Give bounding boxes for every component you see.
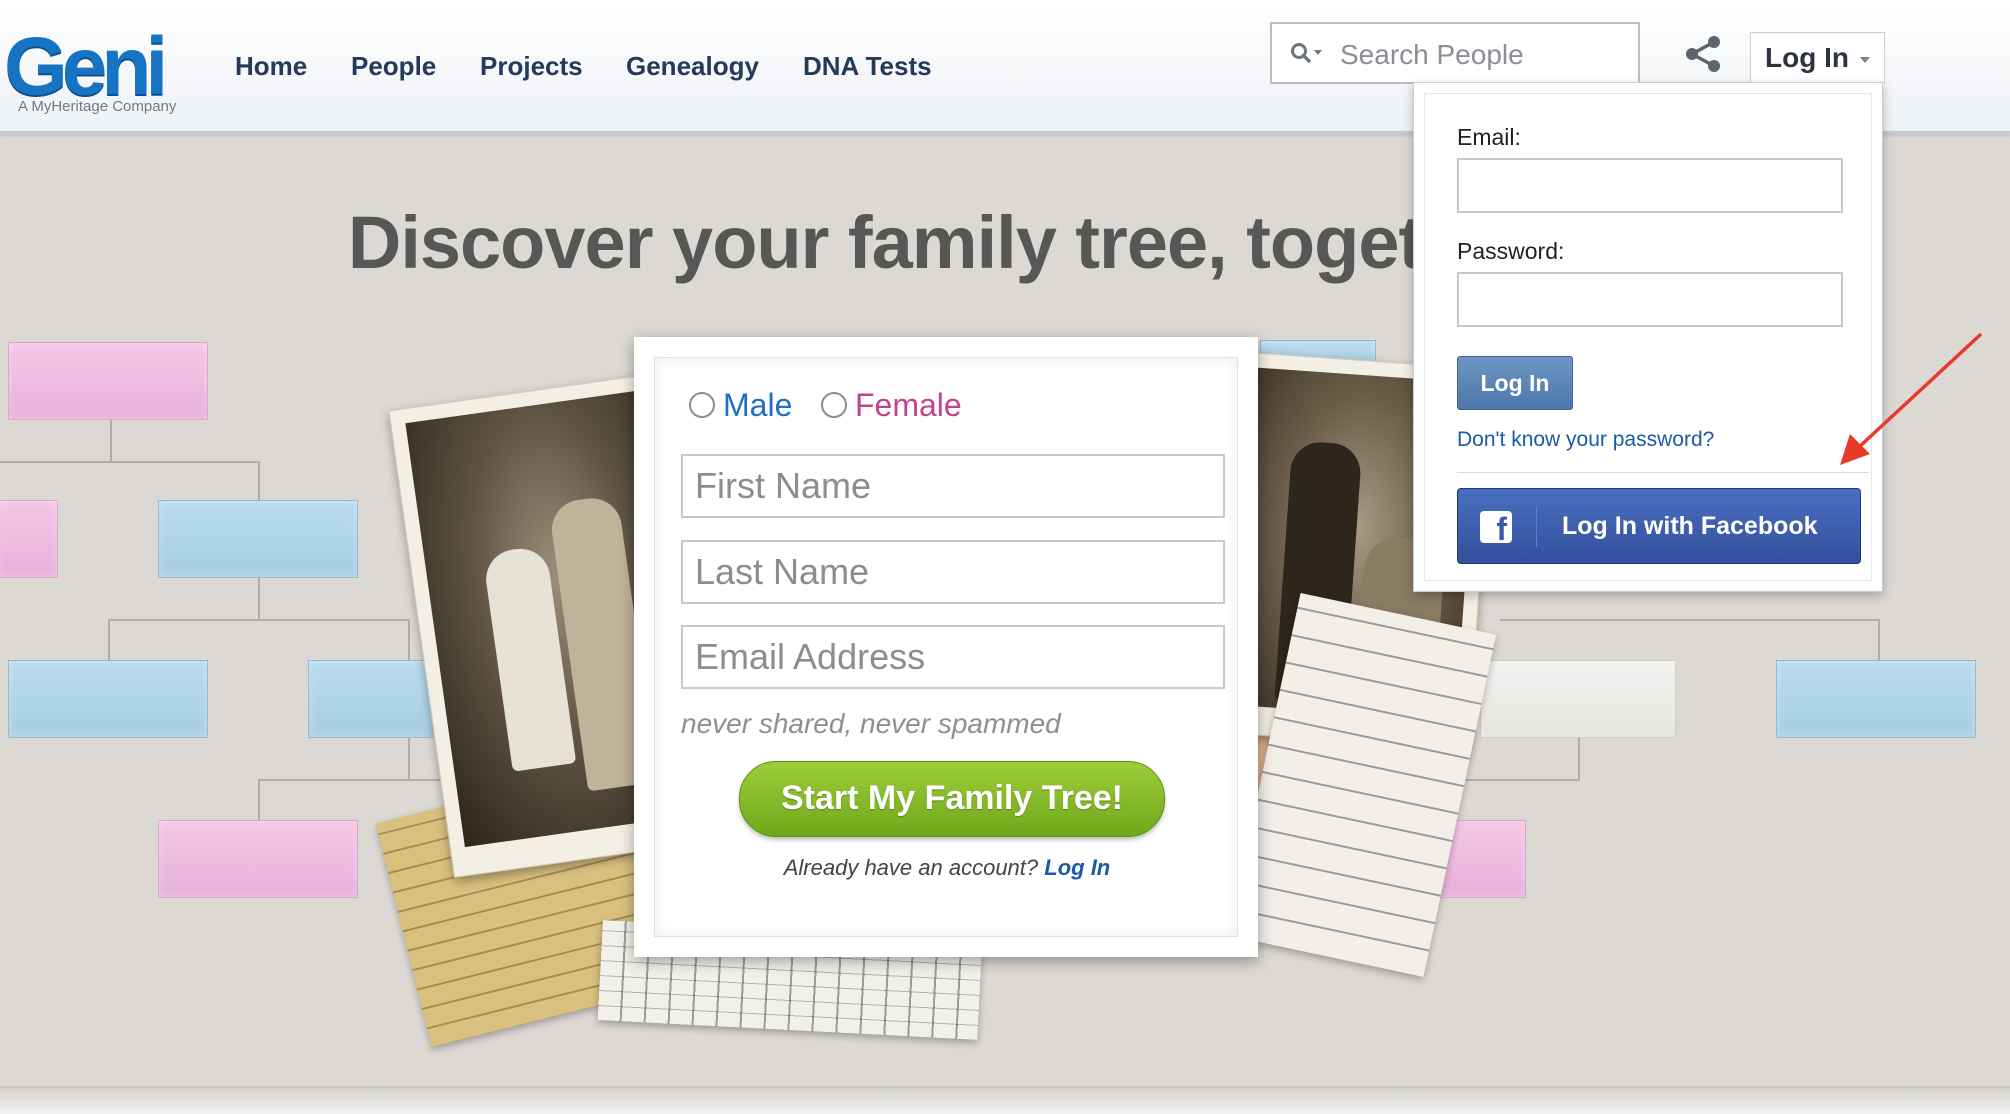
login-password-input[interactable] bbox=[1457, 272, 1843, 327]
forgot-password-link[interactable]: Don't know your password? bbox=[1457, 428, 1714, 452]
last-name-field[interactable] bbox=[681, 540, 1225, 604]
tree-person-box bbox=[1480, 660, 1676, 738]
tree-connector bbox=[1878, 619, 1880, 661]
dropdown-divider bbox=[1457, 472, 1869, 473]
search-input[interactable] bbox=[1338, 34, 1632, 76]
tree-person-box bbox=[158, 820, 358, 898]
email-field[interactable] bbox=[681, 625, 1225, 689]
tree-connector bbox=[108, 619, 410, 621]
login-email-input[interactable] bbox=[1457, 158, 1843, 213]
already-have-account: Already have an account? Log In bbox=[655, 855, 1239, 881]
nav-projects[interactable]: Projects bbox=[480, 46, 583, 86]
tree-person-box bbox=[158, 500, 358, 578]
female-radio[interactable] bbox=[821, 392, 847, 418]
login-dropdown: Email: Password: Log In Don't know your … bbox=[1413, 82, 1883, 592]
share-icon[interactable] bbox=[1682, 34, 1724, 74]
tree-connector bbox=[258, 578, 260, 620]
signup-card-inner: Male Female never shared, never spammed … bbox=[654, 357, 1238, 937]
tree-person-box bbox=[1776, 660, 1976, 738]
facebook-button-divider bbox=[1536, 507, 1537, 547]
female-label[interactable]: Female bbox=[855, 385, 962, 425]
facebook-login-button[interactable]: f Log In with Facebook bbox=[1457, 488, 1861, 564]
first-name-field[interactable] bbox=[681, 454, 1225, 518]
already-text: Already have an account? bbox=[783, 855, 1039, 880]
annotation-arrow-icon bbox=[1840, 333, 1982, 465]
tree-connector bbox=[408, 619, 410, 661]
nav-people[interactable]: People bbox=[351, 46, 436, 86]
signup-card: Male Female never shared, never spammed … bbox=[634, 337, 1258, 957]
tree-connector bbox=[108, 619, 110, 661]
logo-wordmark: Geni bbox=[4, 21, 168, 112]
chevron-down-icon bbox=[1860, 57, 1870, 63]
tree-connector bbox=[408, 738, 410, 780]
tree-connector bbox=[1578, 738, 1580, 780]
tree-connector bbox=[258, 779, 260, 821]
password-label: Password: bbox=[1457, 238, 1565, 264]
login-menu-label: Log In bbox=[1765, 42, 1849, 73]
email-label: Email: bbox=[1457, 124, 1521, 150]
tree-connector bbox=[110, 420, 112, 462]
email-privacy-hint: never shared, never spammed bbox=[681, 708, 1061, 739]
login-dropdown-panel: Email: Password: Log In Don't know your … bbox=[1424, 93, 1872, 581]
nav-home[interactable]: Home bbox=[235, 46, 307, 86]
male-radio[interactable] bbox=[689, 392, 715, 418]
tree-connector bbox=[258, 461, 260, 501]
nav-genealogy[interactable]: Genealogy bbox=[626, 46, 759, 86]
nav-dna-tests[interactable]: DNA Tests bbox=[803, 46, 932, 86]
login-menu-toggle[interactable]: Log In bbox=[1750, 32, 1885, 84]
start-family-tree-button[interactable]: Start My Family Tree! bbox=[739, 761, 1165, 837]
tree-person-box bbox=[0, 500, 58, 578]
tree-connector bbox=[0, 461, 260, 463]
tree-person-box bbox=[8, 342, 208, 420]
facebook-login-label: Log In with Facebook bbox=[1562, 512, 1818, 540]
tree-person-box bbox=[8, 660, 208, 738]
page-bottom-edge bbox=[0, 1086, 2010, 1114]
facebook-icon: f bbox=[1480, 511, 1512, 545]
signup-login-link[interactable]: Log In bbox=[1044, 855, 1110, 880]
login-submit-button[interactable]: Log In bbox=[1457, 356, 1573, 410]
geni-logo[interactable]: Geni A MyHeritage Company bbox=[4, 26, 194, 118]
search-icon[interactable] bbox=[1290, 42, 1324, 66]
male-label[interactable]: Male bbox=[723, 385, 792, 425]
logo-tagline: A MyHeritage Company bbox=[18, 98, 177, 115]
tree-connector bbox=[1500, 619, 1880, 621]
search-people-box[interactable] bbox=[1270, 22, 1640, 84]
